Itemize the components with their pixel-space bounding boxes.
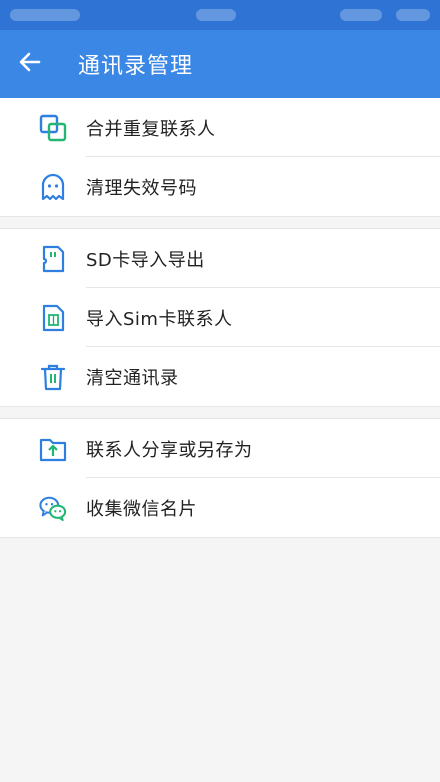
status-bar [0, 0, 440, 30]
merge-icon [39, 114, 67, 142]
wechat-icon [39, 494, 67, 522]
menu-item-sd-import-export[interactable]: SD卡导入导出 [0, 229, 440, 288]
menu-item-label: 收集微信名片 [86, 498, 197, 520]
ghost-icon [39, 173, 67, 201]
menu-item-label: 导入Sim卡联系人 [86, 308, 233, 330]
status-battery-blur [396, 9, 430, 21]
trash-icon [39, 363, 67, 391]
section-divider [0, 216, 440, 229]
menu-item-import-sim-contacts[interactable]: 导入Sim卡联系人 [0, 288, 440, 347]
menu-item-clean-invalid-numbers[interactable]: 清理失效号码 [0, 157, 440, 216]
menu-group-cleanup: 合并重复联系人 清理失效号码 [0, 98, 440, 216]
menu-item-share-or-save-contacts[interactable]: 联系人分享或另存为 [0, 419, 440, 478]
menu-item-label: 清理失效号码 [86, 177, 197, 199]
menu-item-label: 清空通讯录 [86, 367, 179, 389]
status-time-blur [196, 9, 236, 21]
sim-card-icon [39, 304, 67, 332]
menu-group-import-export: SD卡导入导出 导入Sim卡联系人 清空通讯录 [0, 229, 440, 406]
app-bar: 通讯录管理 [0, 30, 440, 98]
menu-item-collect-wechat-cards[interactable]: 收集微信名片 [0, 478, 440, 537]
back-button[interactable] [0, 30, 60, 98]
menu-group-share: 联系人分享或另存为 收集微信名片 [0, 419, 440, 538]
menu-item-label: 联系人分享或另存为 [86, 439, 253, 461]
folder-upload-icon [39, 435, 67, 463]
back-arrow-icon [19, 51, 41, 77]
sd-card-icon [39, 245, 67, 273]
menu-item-merge-duplicates[interactable]: 合并重复联系人 [0, 98, 440, 157]
menu-item-label: SD卡导入导出 [86, 249, 205, 271]
section-divider [0, 406, 440, 419]
menu-item-clear-contacts[interactable]: 清空通讯录 [0, 347, 440, 406]
status-icons-blur [340, 9, 382, 21]
menu-item-label: 合并重复联系人 [86, 118, 216, 140]
status-carrier-blur [10, 9, 80, 21]
page-title: 通讯录管理 [78, 54, 194, 79]
